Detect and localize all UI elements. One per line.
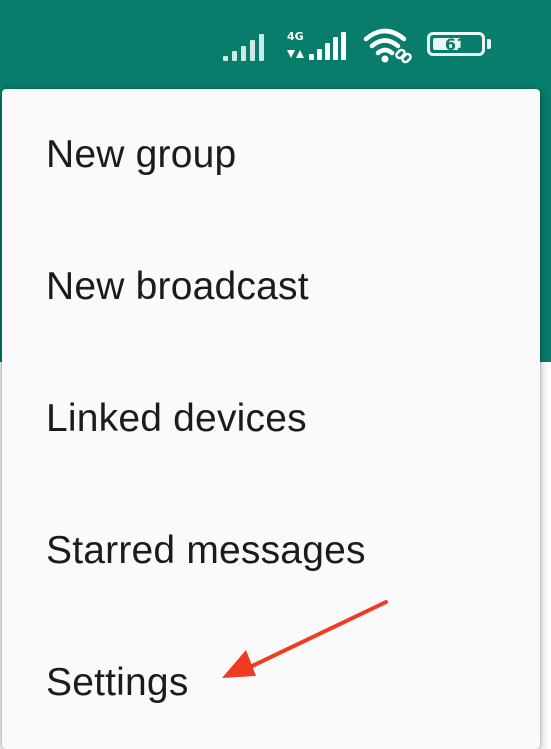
menu-item-label: Linked devices <box>46 397 307 440</box>
menu-item-label: New broadcast <box>46 265 309 308</box>
mobile-data-4g-icon: 4G <box>283 28 349 64</box>
signal-strength-icon <box>221 29 269 63</box>
status-bar: 4G 61 <box>0 0 551 88</box>
status-icons: 4G 61 <box>221 26 493 66</box>
menu-item-settings[interactable]: Settings <box>2 617 540 749</box>
menu-item-starred-messages[interactable]: Starred messages <box>2 485 540 617</box>
menu-item-label: New group <box>46 133 237 176</box>
network-type-label: 4G <box>287 30 304 43</box>
menu-item-label: Starred messages <box>46 529 366 572</box>
wifi-icon <box>363 27 413 65</box>
menu-item-linked-devices[interactable]: Linked devices <box>2 353 540 485</box>
menu-item-new-group[interactable]: New group <box>2 89 540 221</box>
battery-icon: 61 <box>427 32 493 60</box>
menu-item-label: Settings <box>46 661 189 704</box>
overflow-menu: New group New broadcast Linked devices S… <box>2 89 540 749</box>
battery-level-text: 61 <box>444 34 468 54</box>
menu-item-new-broadcast[interactable]: New broadcast <box>2 221 540 353</box>
